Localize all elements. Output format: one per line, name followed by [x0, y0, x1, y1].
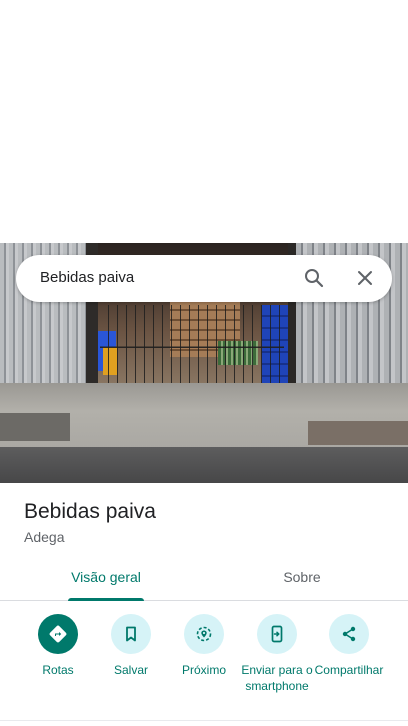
- directions-button[interactable]: Rotas: [19, 614, 97, 678]
- save-button[interactable]: Salvar: [92, 614, 170, 678]
- save-label: Salvar: [113, 663, 148, 677]
- photo-curb: [308, 421, 408, 445]
- tab-about[interactable]: Sobre: [230, 556, 374, 600]
- tab-overview[interactable]: Visão geral: [34, 556, 178, 601]
- photo-street: [0, 447, 408, 483]
- close-icon[interactable]: [353, 266, 377, 290]
- share-label: Compartilhar: [314, 663, 384, 677]
- photo-curb: [0, 413, 70, 441]
- nearby-icon: [184, 614, 224, 654]
- send-to-phone-icon: [257, 614, 297, 654]
- tab-about-label: Sobre: [283, 569, 321, 585]
- action-bar: Rotas Salvar Próximo Enviar para o smart…: [0, 600, 408, 720]
- send-to-phone-button[interactable]: Enviar para o smartphone: [238, 614, 316, 694]
- bookmark-icon: [111, 614, 151, 654]
- search-query[interactable]: Bebidas paiva: [40, 269, 134, 286]
- blank-area: [0, 0, 408, 243]
- tab-overview-label: Visão geral: [71, 569, 141, 585]
- nearby-label: Próximo: [181, 663, 226, 677]
- directions-label: Rotas: [42, 663, 74, 677]
- share-icon: [329, 614, 369, 654]
- place-category: Adega: [24, 529, 65, 545]
- directions-icon: [38, 614, 78, 654]
- nearby-button[interactable]: Próximo: [165, 614, 243, 678]
- photo-gate: [100, 305, 284, 391]
- search-icon[interactable]: [302, 266, 326, 290]
- divider: [0, 720, 408, 721]
- search-bar[interactable]: Bebidas paiva: [16, 255, 392, 302]
- share-button[interactable]: Compartilhar: [310, 614, 388, 678]
- send-to-phone-label: Enviar para o smartphone: [241, 663, 313, 693]
- tab-bar: Visão geral Sobre: [0, 556, 408, 601]
- place-name: Bebidas paiva: [24, 500, 156, 523]
